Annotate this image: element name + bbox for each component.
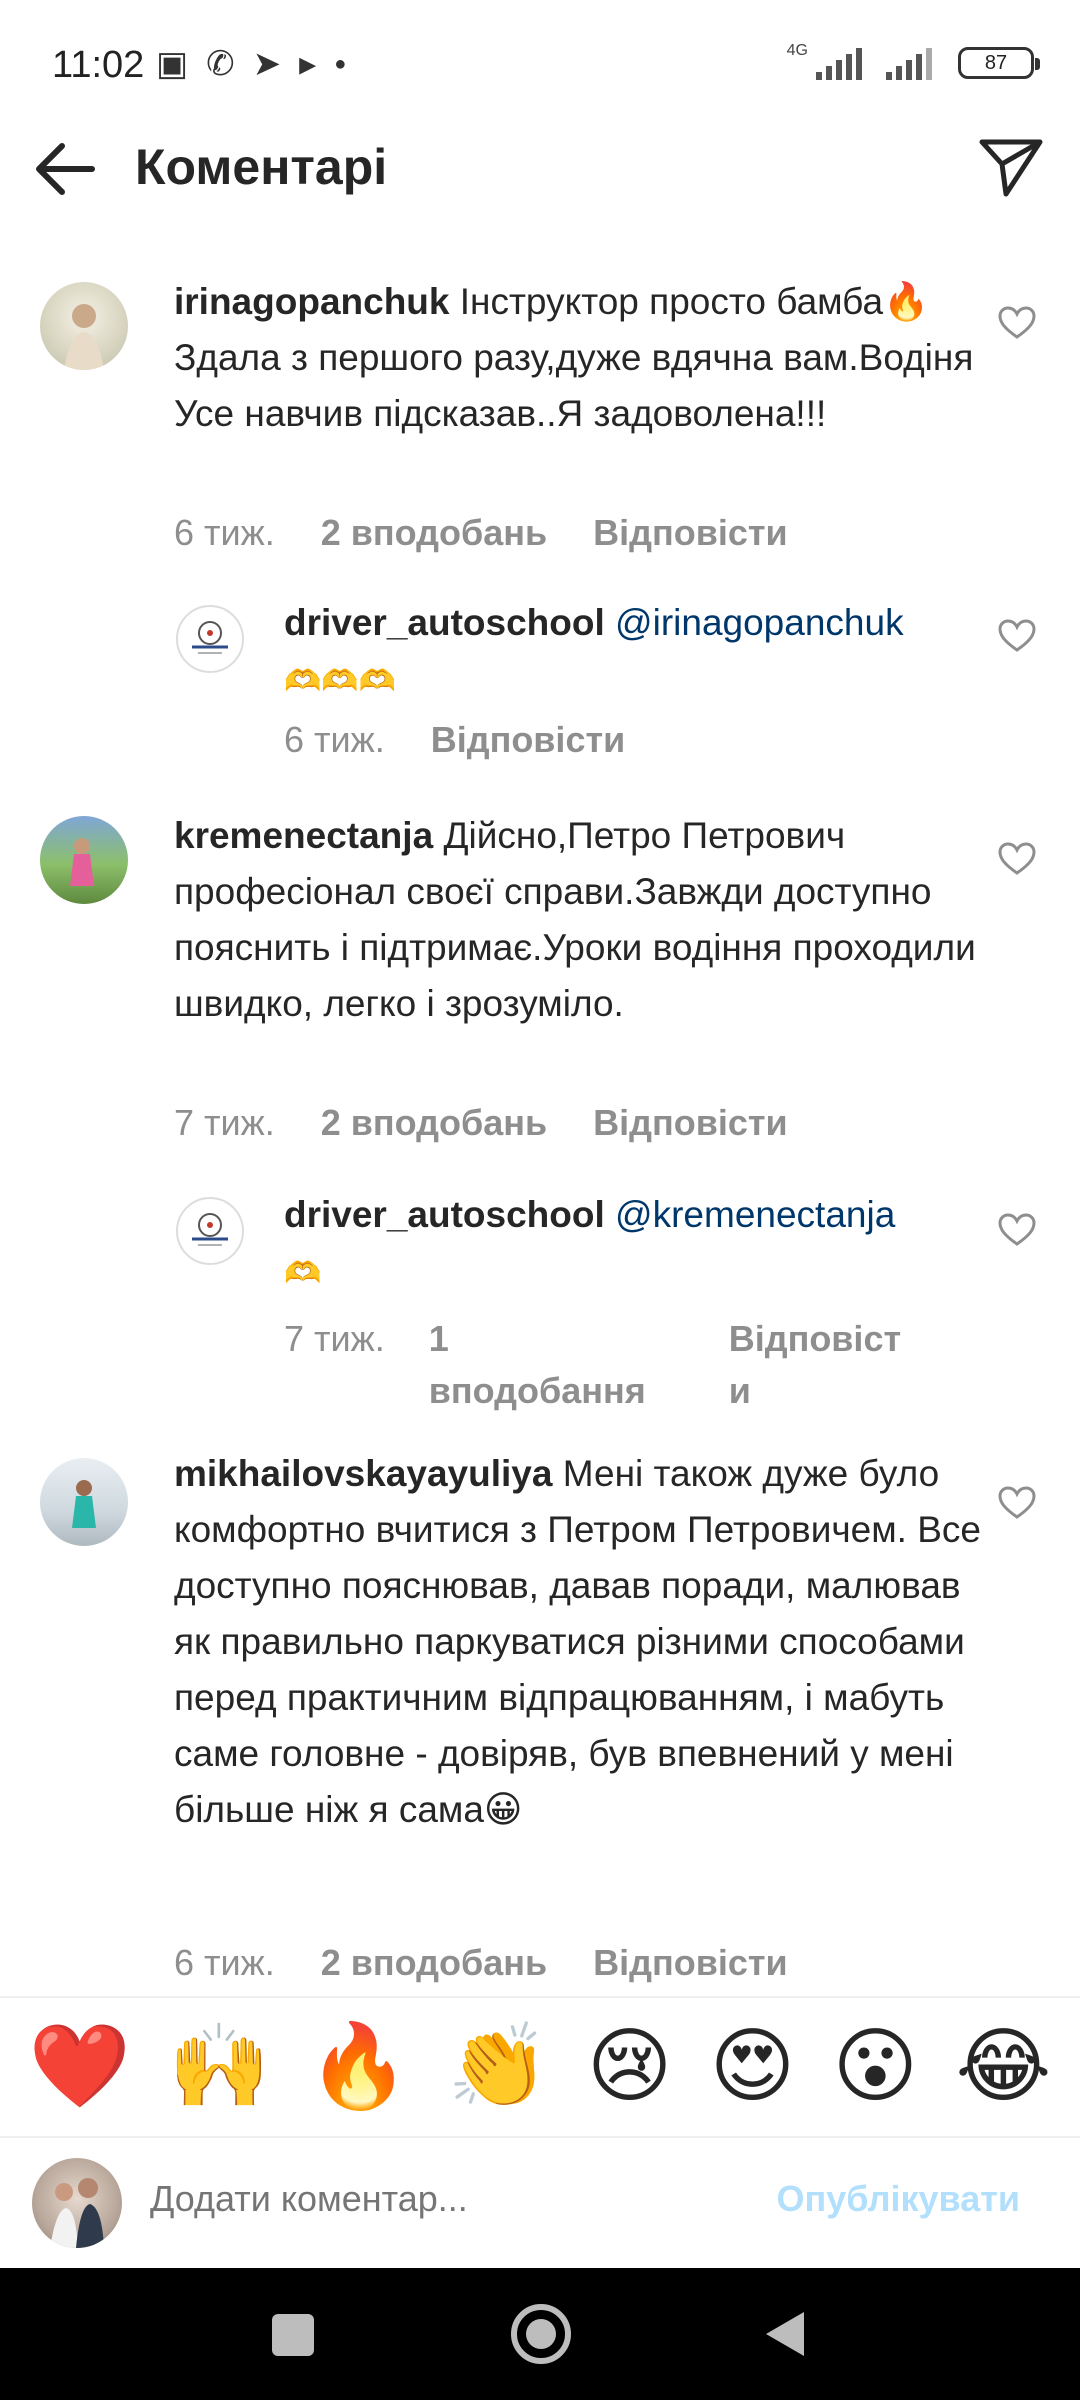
comment-username[interactable]: mikhailovskayayuliya [174,1453,552,1494]
back-arrow-icon[interactable] [30,138,100,200]
reply-label-2: и [728,1370,751,1411]
comment-text: driver_autoschool @kremenectanja 🫶 [284,1187,984,1302]
reply-button[interactable]: Відповісти [431,719,626,761]
emoji-clap[interactable]: 👏 [447,2026,549,2108]
emoji-crying[interactable]: 😢 [587,2026,672,2108]
mention-link[interactable]: @irinagopanchuk [615,602,904,643]
comment-meta: 7 тиж. 2 вподобань Відповісти [174,1102,788,1144]
header: Коментарі [0,120,1080,220]
avatar[interactable] [40,1458,128,1546]
publish-button[interactable]: Опублікувати [777,2178,1020,2220]
quick-emoji-bar: ❤️ 🙌 🔥 👏 😢 😍 😮 😂 [0,1996,1080,2138]
emoji-surprised[interactable]: 😮 [833,2026,918,2108]
reply-label-1: Відповіст [728,1318,902,1359]
nfc-icon: ▣ [156,45,189,83]
recent-apps-button[interactable] [272,2314,314,2356]
comment-time: 7 тиж. [284,1318,385,1359]
viber-icon: ✆ [206,45,235,83]
telegram-icon: ➤ [252,45,282,83]
comment-likes[interactable]: 2 вподобань [321,512,547,554]
status-right: 4G 87 [787,42,1040,80]
battery-icon: 87 [958,47,1040,79]
avatar-image [70,838,94,886]
comment-username[interactable]: irinagopanchuk [174,281,449,322]
like-heart-icon[interactable] [998,306,1036,340]
system-nav-bar [0,2268,1080,2400]
avatar-image [72,1480,96,1528]
heart-hands-emoji: 🫶 [284,1257,322,1290]
avatar[interactable] [176,605,244,673]
comment-content: Мені також дуже було комфортно вчитися з… [174,1453,981,1830]
comment-meta: 6 тиж. Відповісти [284,719,625,761]
comment-time: 6 тиж. [284,719,385,760]
grinning-emoji: 😀 [483,1789,523,1830]
comment-time: 7 тиж. [174,1102,275,1143]
comment-username[interactable]: driver_autoschool [284,1194,605,1235]
comment-composer: Опублікувати [0,2138,1080,2268]
fire-emoji: 🔥 [883,281,930,322]
comment-text: driver_autoschool @irinagopanchuk 🫶🫶🫶 [284,595,984,710]
dot-icon: ● [334,53,347,75]
comment-likes[interactable]: 1 вподобання [429,1313,729,1417]
network-type: 4G [786,42,808,59]
likes-label: вподобання [428,1370,646,1411]
comment-time: 6 тиж. [174,1942,275,1983]
comment-text: irinagopanchuk Інструктор просто бамба🔥 З… [174,274,994,442]
comment-meta: 6 тиж. 2 вподобань Відповісти [174,1942,788,1984]
notification-icons: ▣ ✆ ➤ ▸ ● [156,44,346,84]
status-bar: 11:02 ▣ ✆ ➤ ▸ ● 4G 87 [0,0,1080,130]
signal-icon-2 [886,46,932,80]
page-title: Коментарі [135,139,388,195]
comment-likes[interactable]: 2 вподобань [321,1102,547,1144]
avatar[interactable] [40,816,128,904]
my-avatar [32,2158,122,2248]
autoschool-logo [192,1213,228,1246]
back-button[interactable] [766,2312,804,2356]
likes-count: 1 [428,1318,449,1359]
comment-username[interactable]: driver_autoschool [284,602,605,643]
comment-text-2: Здала з першого разу,дуже вдячна вам.Вод… [174,337,974,434]
comment-username[interactable]: kremenectanja [174,815,433,856]
avatar[interactable] [40,282,128,370]
emoji-raised-hands[interactable]: 🙌 [168,2026,270,2108]
comment-likes[interactable]: 2 вподобань [321,1942,547,1984]
reply-button[interactable]: Відповісти [593,512,788,554]
home-button[interactable] [511,2304,571,2364]
comment-meta: 7 тиж. 1 вподобання Відповіст и [284,1313,901,1417]
comment-time: 6 тиж. [174,512,275,553]
share-send-icon[interactable] [976,134,1046,200]
status-time: 11:02 [52,44,145,86]
emoji-fire[interactable]: 🔥 [308,2026,410,2108]
reply-button[interactable]: Відповіст и [729,1313,901,1417]
comment-text: mikhailovskayayuliya Мені також дуже бул… [174,1446,994,1838]
mention-link[interactable]: @kremenectanja [615,1194,895,1235]
avatar-image [50,2178,104,2248]
heart-hands-emoji: 🫶🫶🫶 [284,665,397,698]
avatar[interactable] [176,1197,244,1265]
autoschool-logo [192,621,228,654]
emoji-heart[interactable]: ❤️ [29,2026,131,2108]
play-icon: ▸ [299,45,317,83]
comment-text: kremenectanja Дійсно,Петро Петрович проф… [174,808,994,1032]
like-heart-icon[interactable] [998,1486,1036,1520]
comment-meta: 6 тиж. 2 вподобань Відповісти [174,512,788,554]
comment-text-1: Інструктор просто бамба [459,281,884,322]
signal-icon [816,46,862,80]
emoji-laughing[interactable]: 😂 [955,2026,1051,2108]
like-heart-icon[interactable] [998,1213,1036,1247]
reply-button[interactable]: Відповісти [593,1102,788,1144]
emoji-heart-eyes[interactable]: 😍 [710,2026,795,2108]
avatar-image [64,304,104,370]
like-heart-icon[interactable] [998,842,1036,876]
comment-input[interactable] [150,2178,710,2220]
like-heart-icon[interactable] [998,619,1036,653]
reply-button[interactable]: Відповісти [593,1942,788,1984]
